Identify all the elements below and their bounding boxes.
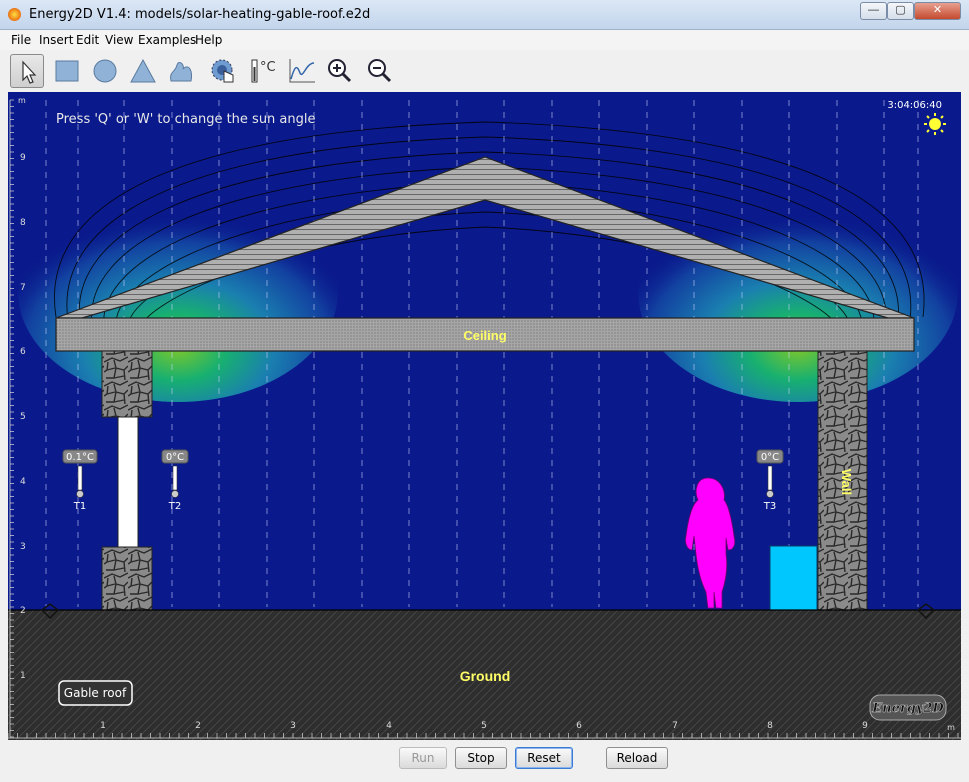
heater-hand-icon[interactable] [206,54,240,88]
select-arrow-icon[interactable] [10,54,44,88]
t3-reading: 0°C [761,452,779,463]
t3-label: T3 [763,501,776,512]
simulation-canvas[interactable]: Ceiling Wall Ground 0.1°C T1 0°C T2 0°C … [8,92,961,740]
toolbar: °C [0,50,969,92]
menu-view[interactable]: View [105,33,133,47]
instruction-text: Press 'Q' or 'W' to change the sun angle [56,112,316,127]
app-icon [8,8,21,21]
heater-box[interactable] [769,545,818,611]
x-tick-8: 8 [767,721,773,731]
left-wall-lower[interactable] [101,546,153,611]
maximize-button[interactable]: ▢ [887,2,914,20]
stop-button[interactable]: Stop [455,747,507,769]
x-tick-1: 1 [100,721,106,731]
y-tick-5: 5 [20,412,26,422]
ellipse-icon[interactable] [88,54,122,88]
x-axis-unit: m [947,723,955,732]
y-tick-7: 7 [20,283,26,293]
y-tick-9: 9 [20,153,26,163]
window-title: Energy2D V1.4: models/solar-heating-gabl… [29,7,371,22]
logo-text: Energy2D [871,701,944,716]
ground-label: Ground [460,668,511,684]
zoom-in-icon[interactable] [322,54,356,88]
thermometer-unit: °C [260,60,276,75]
reload-button[interactable]: Reload [606,747,668,769]
model-label: Gable roof [64,686,127,700]
y-tick-3: 3 [20,542,26,552]
t1-reading: 0.1°C [66,452,94,463]
minimize-button[interactable]: — [860,2,887,20]
run-button[interactable]: Run [399,747,447,769]
y-tick-8: 8 [20,218,26,228]
t1-label: T1 [73,501,86,512]
menu-examples[interactable]: Examples [138,33,196,47]
triangle-icon[interactable] [126,54,160,88]
x-tick-5: 5 [481,721,487,731]
zoom-out-icon[interactable] [362,54,396,88]
control-bar: Run Stop Reset Reload [0,742,969,782]
y-tick-1: 1 [20,671,26,681]
menu-help[interactable]: Help [195,33,222,47]
wall-label: Wall [839,469,854,495]
t2-label: T2 [168,501,181,512]
menu-bar: File Insert Edit View Examples Help [0,30,969,51]
x-tick-2: 2 [195,721,201,731]
rectangle-icon[interactable] [50,54,84,88]
title-bar: Energy2D V1.4: models/solar-heating-gabl… [0,0,969,30]
menu-edit[interactable]: Edit [76,33,99,47]
close-button[interactable]: ✕ [914,2,961,20]
heat-field-left [18,182,338,402]
graph-icon[interactable] [284,54,318,88]
x-tick-9: 9 [862,721,868,731]
thermometer-icon[interactable]: °C [246,54,280,88]
t2-reading: 0°C [166,452,184,463]
blob-icon[interactable] [164,54,198,88]
reset-button[interactable]: Reset [515,747,573,769]
y-tick-4: 4 [20,477,26,487]
y-axis-unit: m [18,96,26,105]
y-tick-6: 6 [20,347,26,357]
ceiling-label: Ceiling [463,328,506,343]
sim-clock: 3:04:06:40 [887,100,942,111]
left-wall-upper[interactable] [101,350,153,418]
x-tick-3: 3 [290,721,296,731]
x-tick-4: 4 [386,721,392,731]
window[interactable] [117,416,139,548]
menu-insert[interactable]: Insert [39,33,73,47]
x-tick-6: 6 [576,721,582,731]
menu-file[interactable]: File [11,33,31,47]
x-tick-7: 7 [672,721,678,731]
y-tick-2: 2 [20,606,26,616]
